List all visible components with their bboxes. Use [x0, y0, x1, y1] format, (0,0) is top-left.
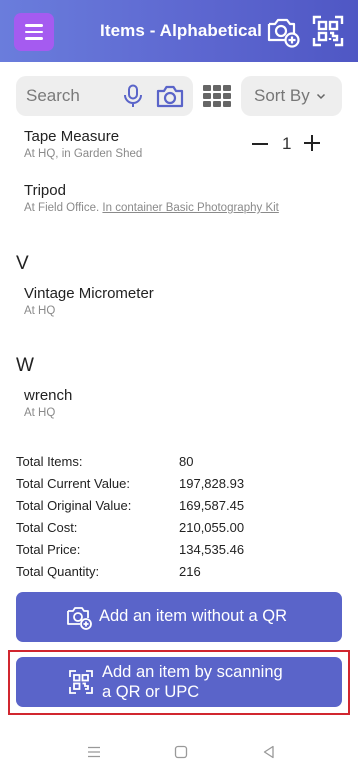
item-name: Vintage Micrometer	[24, 285, 154, 302]
total-value: 197,828.93	[179, 475, 245, 491]
page-title: Items - Alphabetical	[100, 21, 262, 40]
back-icon[interactable]	[261, 744, 277, 760]
item-name: Tape Measure	[24, 128, 120, 145]
search-box	[16, 76, 193, 116]
item-location: At HQ	[24, 407, 56, 419]
item-name: wrench	[24, 387, 73, 404]
total-label: Total Cost:	[16, 519, 78, 535]
total-items-row: Total Items: 80	[16, 450, 316, 472]
add-item-without-qr-label: Add an item without a QR	[99, 607, 288, 625]
total-price-row: Total Price: 134,535.46	[16, 538, 316, 560]
list-item[interactable]: wrench At HQ	[24, 387, 72, 419]
item-location: At HQ	[24, 305, 56, 317]
list-item[interactable]: Tripod At Field Office. In container Bas…	[24, 182, 279, 214]
add-item-by-scanning-label: Add an item by scanning a QR or UPC	[102, 663, 283, 701]
item-location: At Field Office. In container Basic Phot…	[24, 202, 279, 214]
increment-button[interactable]	[304, 135, 320, 151]
app-header: Items - Alphabetical	[0, 0, 358, 62]
search-input[interactable]	[26, 85, 126, 107]
camera-icon[interactable]	[156, 84, 184, 108]
total-label: Total Items:	[16, 453, 83, 469]
decrement-button[interactable]	[252, 143, 268, 145]
total-original-value-row: Total Original Value: 169,587.45	[16, 494, 316, 516]
total-value: 210,055.00	[179, 519, 245, 535]
total-label: Total Price:	[16, 541, 81, 557]
list-item[interactable]: Vintage Micrometer At HQ	[24, 285, 154, 317]
total-current-value-row: Total Current Value: 197,828.93	[16, 472, 316, 494]
section-header-w: W	[16, 355, 34, 376]
quantity-value: 1	[282, 134, 292, 153]
item-name: Tripod	[24, 182, 66, 199]
total-cost-row: Total Cost: 210,055.00	[16, 516, 316, 538]
menu-button[interactable]	[14, 13, 54, 51]
sort-by-label: Sort By	[254, 86, 310, 105]
camera-plus-icon	[67, 607, 92, 630]
total-label: Total Original Value:	[16, 497, 132, 513]
list-item[interactable]: Tape Measure At HQ, in Garden Shed	[24, 128, 142, 160]
mic-icon[interactable]	[122, 84, 144, 108]
quantity-stepper: 1	[252, 133, 324, 155]
item-location-prefix: At Field Office.	[24, 202, 100, 214]
total-value: 134,535.46	[179, 541, 245, 557]
grid-view-icon[interactable]	[203, 85, 231, 107]
sort-by-dropdown[interactable]: Sort By	[241, 76, 342, 116]
total-value: 80	[179, 453, 194, 469]
search-toolbar: Sort By	[16, 76, 342, 116]
total-value: 216	[179, 563, 201, 579]
add-item-without-qr-button[interactable]: Add an item without a QR	[16, 592, 342, 642]
qr-scan-icon	[69, 670, 93, 694]
container-link[interactable]: In container Basic Photography Kit	[102, 202, 278, 214]
add-item-by-scanning-button[interactable]: Add an item by scanning a QR or UPC	[16, 657, 342, 707]
total-value: 169,587.45	[179, 497, 245, 513]
home-icon[interactable]	[173, 744, 189, 760]
total-quantity-row: Total Quantity: 216	[16, 560, 316, 582]
camera-plus-icon[interactable]	[266, 14, 300, 48]
item-location: At HQ, in Garden Shed	[24, 148, 143, 160]
qr-scan-icon[interactable]	[311, 14, 345, 48]
totals-summary: Total Items: 80 Total Current Value: 197…	[16, 450, 316, 582]
recent-apps-icon[interactable]	[86, 744, 102, 760]
section-header-v: V	[16, 253, 29, 274]
total-label: Total Quantity:	[16, 563, 100, 579]
total-label: Total Current Value:	[16, 475, 130, 491]
system-nav-bar	[0, 735, 358, 775]
hamburger-icon	[25, 24, 43, 27]
chevron-down-icon	[316, 93, 325, 100]
